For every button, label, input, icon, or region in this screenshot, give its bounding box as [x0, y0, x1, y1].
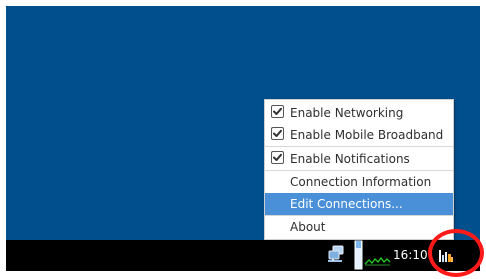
menu-item-connection-information[interactable]: Connection Information [265, 171, 453, 193]
checkbox-checked-icon[interactable] [271, 105, 284, 118]
menu-item-label: Enable Notifications [290, 152, 410, 166]
highlight-ring-annotation [428, 229, 484, 277]
menu-item-enable-networking[interactable]: Enable Networking [265, 102, 453, 124]
checkbox-checked-icon[interactable] [271, 151, 284, 164]
menu-item-label: Connection Information [290, 175, 432, 189]
taskbar-clock: 16:10 [393, 248, 428, 262]
checkbox-checked-icon[interactable] [271, 127, 284, 140]
menu-item-label: Enable Networking [290, 106, 404, 120]
network-wired-icon[interactable] [326, 245, 346, 265]
menu-item-label: Enable Mobile Broadband [290, 128, 444, 142]
desktop: Enable Networking Enable Mobile Broadban… [0, 0, 486, 279]
menu-item-edit-connections[interactable]: Edit Connections... [265, 193, 453, 215]
menu-divider [265, 146, 453, 147]
menu-item-enable-notifications[interactable]: Enable Notifications [265, 148, 453, 170]
menu-item-about[interactable]: About [265, 216, 453, 238]
cpu-graph-icon[interactable] [364, 244, 391, 269]
menu-item-label: About [290, 220, 326, 234]
menu-item-enable-mobile-broadband[interactable]: Enable Mobile Broadband [265, 124, 453, 146]
network-context-menu: Enable Networking Enable Mobile Broadban… [264, 99, 454, 240]
menu-item-label: Edit Connections... [290, 197, 403, 211]
